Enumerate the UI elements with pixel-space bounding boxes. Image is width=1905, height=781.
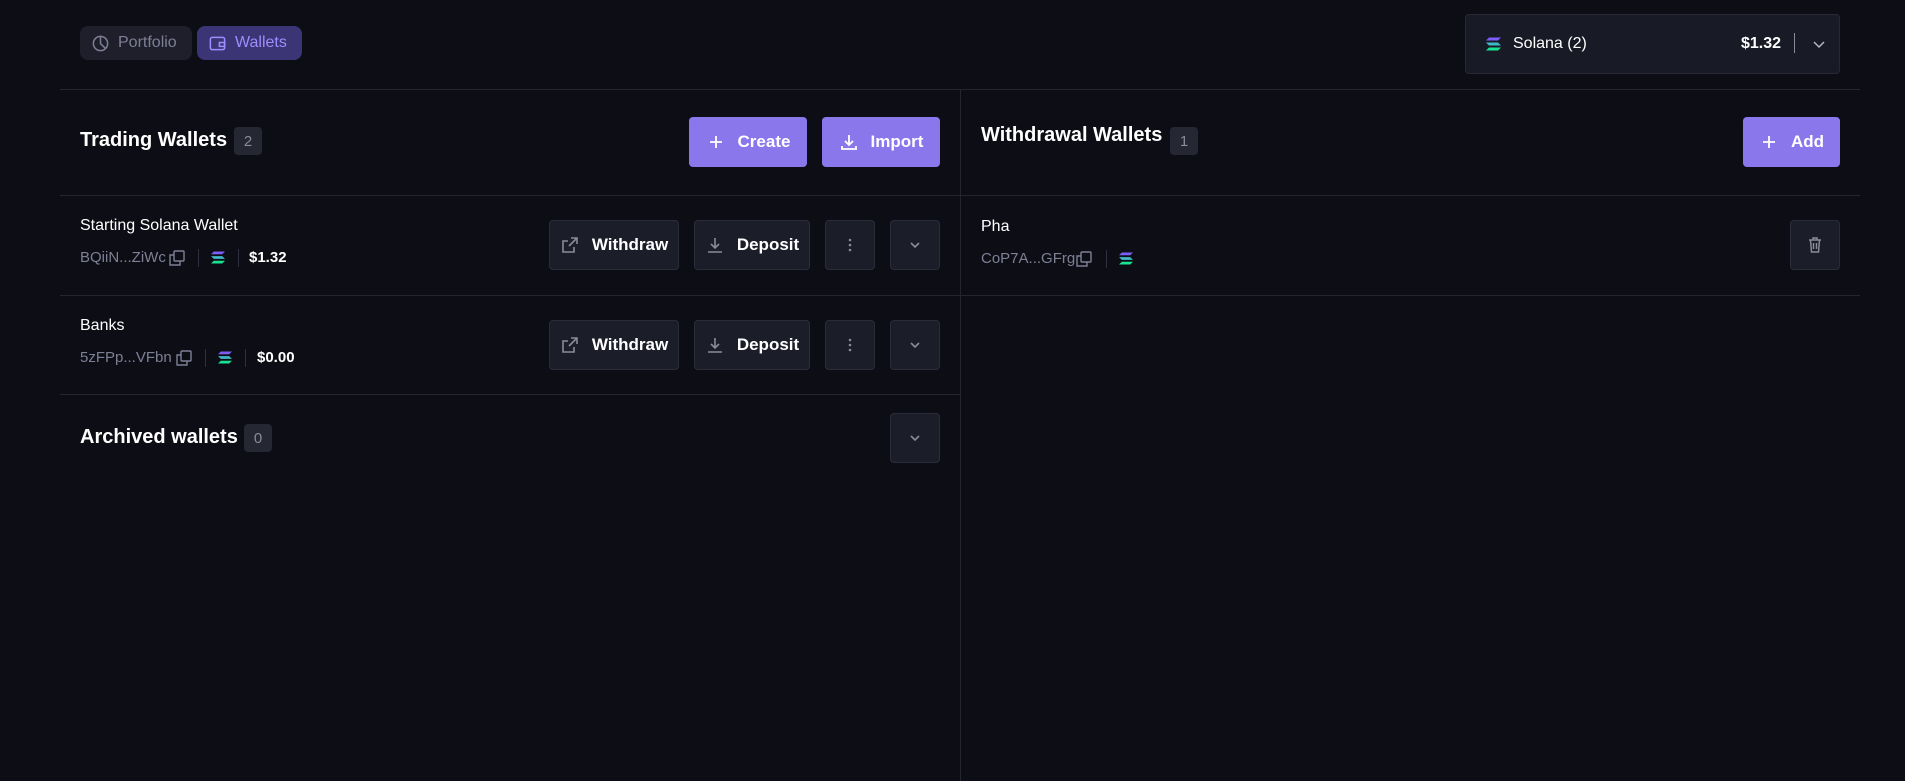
divider <box>205 349 206 367</box>
divider <box>1106 250 1107 268</box>
divider <box>198 249 199 267</box>
wallet-balance: $1.32 <box>249 249 287 266</box>
external-link-icon <box>562 337 578 353</box>
trading-wallets-count: 2 <box>234 127 262 155</box>
expand-wallet-button[interactable] <box>890 320 940 370</box>
plus-icon <box>709 136 722 148</box>
trading-wallets-title: Trading Wallets <box>80 129 228 151</box>
chevron-down-icon <box>1813 41 1825 49</box>
wallet-address: BQiiN...ZiWc <box>80 249 166 266</box>
deposit-button-label: Deposit <box>736 335 800 354</box>
copy-icon[interactable] <box>175 349 193 367</box>
app-root: Portfolio Wallets Solana (2) $1.32 Tradi… <box>0 0 1905 781</box>
trash-icon <box>1809 237 1821 253</box>
tab-wallets[interactable]: Wallets <box>197 26 302 60</box>
more-vertical-icon <box>848 238 852 252</box>
withdraw-button[interactable]: Withdraw <box>549 220 679 270</box>
chain-selector-dropdown[interactable]: Solana (2) $1.32 <box>1465 14 1840 74</box>
expand-archived-button[interactable] <box>890 413 940 463</box>
import-button-label: Import <box>870 132 924 151</box>
archived-wallets-title: Archived wallets <box>80 426 238 448</box>
add-button-label: Add <box>1790 132 1825 151</box>
chain-name: Solana (2) <box>1513 35 1587 52</box>
deposit-button[interactable]: Deposit <box>694 320 810 370</box>
tab-portfolio[interactable]: Portfolio <box>80 26 192 60</box>
external-link-icon <box>562 237 578 253</box>
more-options-button[interactable] <box>825 320 875 370</box>
row-divider <box>60 394 960 395</box>
wallet-balance: $0.00 <box>257 349 295 366</box>
archived-wallets-count: 0 <box>244 424 272 452</box>
copy-icon[interactable] <box>168 249 186 267</box>
column-divider <box>960 89 961 781</box>
withdraw-button[interactable]: Withdraw <box>549 320 679 370</box>
copy-icon[interactable] <box>1075 250 1093 268</box>
chevron-down-icon <box>910 242 920 249</box>
tab-portfolio-label: Portfolio <box>118 34 177 51</box>
divider <box>238 249 239 267</box>
deposit-button[interactable]: Deposit <box>694 220 810 270</box>
wallet-name: Pha <box>981 218 1010 235</box>
download-icon <box>707 338 722 353</box>
withdraw-button-label: Withdraw <box>591 235 669 254</box>
solana-icon <box>1119 252 1133 265</box>
add-withdrawal-wallet-button[interactable]: Add <box>1743 117 1840 167</box>
more-options-button[interactable] <box>825 220 875 270</box>
divider <box>1794 33 1795 53</box>
plus-icon <box>1762 136 1775 148</box>
chain-balance: $1.32 <box>1741 35 1782 52</box>
more-vertical-icon <box>848 338 852 352</box>
chevron-down-icon <box>910 342 920 349</box>
import-wallet-button[interactable]: Import <box>822 117 940 167</box>
tab-wallets-label: Wallets <box>235 34 287 51</box>
withdraw-button-label: Withdraw <box>591 335 669 354</box>
solana-icon <box>211 251 225 264</box>
withdrawal-wallets-title: Withdrawal Wallets <box>981 124 1163 146</box>
wallet-name: Starting Solana Wallet <box>80 217 238 234</box>
divider <box>245 349 246 367</box>
wallet-icon <box>209 36 226 50</box>
row-divider <box>60 295 1860 296</box>
create-button-label: Create <box>737 132 791 151</box>
chevron-down-icon <box>910 435 920 442</box>
section-header-divider <box>60 195 1860 196</box>
download-icon <box>707 238 722 253</box>
withdrawal-wallets-count: 1 <box>1170 127 1198 155</box>
expand-wallet-button[interactable] <box>890 220 940 270</box>
wallet-address: 5zFPp...VFbn <box>80 349 172 366</box>
solana-icon <box>218 351 232 364</box>
download-icon <box>840 135 857 150</box>
delete-wallet-button[interactable] <box>1790 220 1840 270</box>
wallet-name: Banks <box>80 317 125 334</box>
create-wallet-button[interactable]: Create <box>689 117 807 167</box>
wallet-address: CoP7A...GFrg <box>981 250 1076 267</box>
deposit-button-label: Deposit <box>736 235 800 254</box>
solana-icon <box>1486 37 1501 51</box>
pie-chart-icon <box>92 35 109 51</box>
